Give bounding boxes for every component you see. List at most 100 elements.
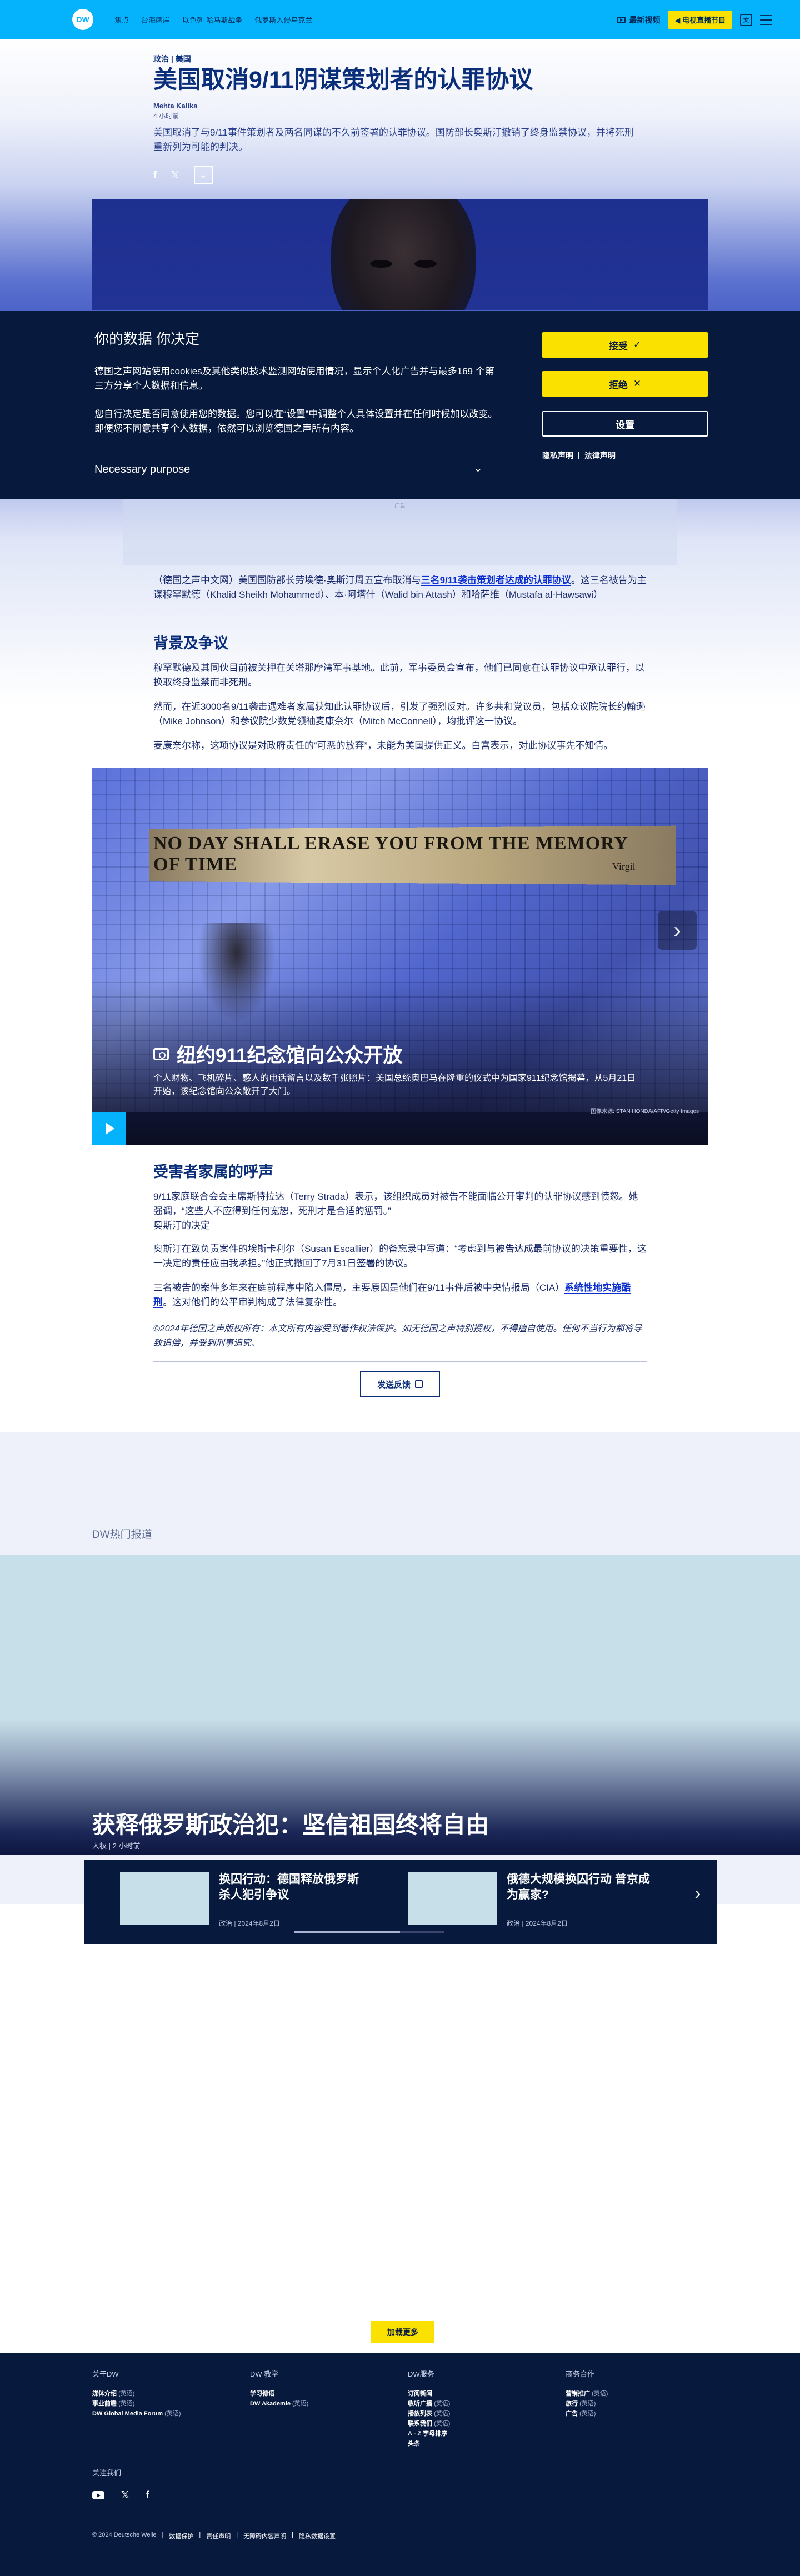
footer-link[interactable]: DW Akademie (英语) <box>250 2399 383 2409</box>
share-bar: f 𝕏 ⌄ <box>153 166 213 184</box>
settings-button[interactable]: 设置 <box>542 411 708 437</box>
article-title: 美国取消9/11阴谋策划者的认罪协议 <box>153 67 533 93</box>
gallery-play-icon[interactable] <box>92 1112 126 1145</box>
consent-links: 隐私声明 | 法律声明 <box>542 450 616 461</box>
carousel-progress <box>294 1931 444 1933</box>
dw-logo[interactable]: DW <box>72 9 93 30</box>
accept-label: 接受 <box>608 340 628 352</box>
nav-item-israel-hamas[interactable]: 以色列-哈马斯战争 <box>182 14 242 25</box>
section-heading-victims: 受害者家属的呼声 <box>153 1164 273 1180</box>
camera-icon <box>153 1048 169 1060</box>
site-header: DW 焦点 台海两岸 以色列-哈马斯战争 俄罗斯入侵乌克兰 最新视频 ◀ 电视直… <box>0 0 800 39</box>
carousel-next-arrow-icon[interactable]: › <box>694 1883 701 1905</box>
article-paragraph-6: 奥斯汀在致负责案件的埃斯卡利尔（Susan Escallier）的备忘录中写道：… <box>153 1244 647 1269</box>
article-time: 4 小时前 <box>153 112 179 120</box>
live-tv-button[interactable]: ◀ 电视直播节目 <box>668 11 732 29</box>
footer-link[interactable]: 旅行 (英语) <box>566 2399 699 2409</box>
close-icon: ✕ <box>633 378 642 389</box>
article-author[interactable]: Mehta Kalika <box>153 102 197 110</box>
legal-link[interactable]: 法律声明 <box>584 450 616 461</box>
related-story-thumbnail <box>408 1872 497 1925</box>
related-story-title: 换囚行动：德国释放俄罗斯杀人犯引争议 <box>219 1873 359 1901</box>
article-paragraph-2: 穆罕默德及其同伙目前被关押在关塔那摩湾军事基地。此前，军事委员会宣布，他们已同意… <box>153 663 644 688</box>
hamburger-menu-icon[interactable] <box>760 14 772 25</box>
external-link-icon <box>415 1380 423 1388</box>
check-icon: ✓ <box>633 339 642 350</box>
nav-item-focus[interactable]: 焦点 <box>114 14 129 25</box>
share-more-chevron-icon[interactable]: ⌄ <box>193 166 213 184</box>
footer-link[interactable]: DW Global Media Forum (英语) <box>92 2409 226 2419</box>
footer-column-business: 商务合作 营销推广 (英语) 旅行 (英语) 广告 (英语) <box>566 2368 699 2419</box>
hot-story-title[interactable]: 获释俄罗斯政治犯：坚信祖国终将自由 <box>92 1806 489 1840</box>
privacy-link[interactable]: 隐私声明 <box>542 450 573 461</box>
article-paragraph-1: （德国之声中文网）美国国防部长劳埃德·奥斯汀周五宣布取消与三名9/11袭击策划者… <box>153 575 647 600</box>
nav-item-cross-strait[interactable]: 台海两岸 <box>141 14 170 25</box>
footer-link[interactable]: 营销推广 (英语) <box>566 2389 699 2399</box>
facebook-icon[interactable]: f <box>146 2489 149 2501</box>
reject-button[interactable]: 拒绝 ✕ <box>542 371 708 397</box>
nav-item-ukraine[interactable]: 俄罗斯入侵乌克兰 <box>254 14 312 25</box>
article-paragraph-7: 三名被告的案件多年来在庭前程序中陷入僵局，主要原因是他们在9/11事件后被中央情… <box>153 1282 631 1308</box>
article-teaser: 美国取消了与9/11事件策划者及两名同谋的不久前签署的认罪协议。国防部长奥斯汀撤… <box>153 127 634 152</box>
footer-link[interactable]: 收听广播 (英语) <box>408 2399 541 2409</box>
copyright: © 2024 Deutsche Welle <box>92 2532 157 2538</box>
related-story-title: 俄德大规模换囚行动 普京成为赢家? <box>507 1873 650 1901</box>
related-story-meta: 政治 | 2024年8月2日 <box>507 1920 568 1927</box>
related-story-card[interactable]: 换囚行动：德国释放俄罗斯杀人犯引争议 政治 | 2024年8月2日 <box>120 1872 370 1927</box>
related-story-thumbnail <box>120 1872 209 1925</box>
related-stories-strip: 换囚行动：德国释放俄罗斯杀人犯引争议 政治 | 2024年8月2日 俄德大规模换… <box>84 1860 717 1944</box>
legal-link[interactable]: 数据保护 <box>169 2532 193 2540</box>
youtube-icon[interactable] <box>92 2491 104 2499</box>
footer-link[interactable]: 头条 <box>408 2439 541 2449</box>
footer-link[interactable]: 联系我们 (英语) <box>408 2419 541 2429</box>
footer-column-about: 关于DW 媒体介绍 (英语) 事业前瞻 (英语) DW Global Media… <box>92 2368 226 2419</box>
video-icon <box>617 16 626 23</box>
hot-stories-label: DW热门报道 <box>92 1529 152 1541</box>
footer-link[interactable]: 播放列表 (英语) <box>408 2409 541 2419</box>
related-story-card[interactable]: 俄德大规模换囚行动 普京成为赢家? 政治 | 2024年8月2日 <box>408 1872 658 1927</box>
latest-video-label: 最新视频 <box>629 15 661 24</box>
accept-button[interactable]: 接受 ✓ <box>542 332 708 358</box>
photo-gallery[interactable]: NO DAY SHALL ERASE YOU FROM THE MEMORY O… <box>92 768 708 1145</box>
main-nav: 焦点 台海两岸 以色列-哈马斯战争 俄罗斯入侵乌克兰 <box>114 14 312 25</box>
load-more-button[interactable]: 加载更多 <box>371 2321 434 2343</box>
header-actions: 最新视频 ◀ 电视直播节目 文 <box>617 11 772 29</box>
x-icon[interactable]: 𝕏 <box>121 2489 129 2501</box>
article-paragraph-4: 麦康奈尔称，这项协议是对政府责任的“可恶的放弃”，未能为美国提供正义。白宫表示，… <box>153 740 613 751</box>
latest-video-link[interactable]: 最新视频 <box>617 14 660 26</box>
reject-label: 拒绝 <box>608 379 628 390</box>
necessary-purpose-toggle[interactable]: Necessary purpose <box>94 463 190 476</box>
hero-image <box>92 199 708 310</box>
gallery-next-arrow-icon[interactable]: › <box>658 911 697 950</box>
gallery-description: 个人财物、飞机碎片、感人的电话留言以及数千张照片：美国总统奥巴马在隆重的仪式中为… <box>153 1074 636 1096</box>
footer-column-services: DW服务 订阅新闻 收听广播 (英语) 播放列表 (英语) 联系我们 (英语) … <box>408 2368 541 2449</box>
memorial-inscription-author: Virgil <box>612 861 636 872</box>
footer-column-learning: DW 教学 学习德语 DW Akademie (英语) <box>250 2368 383 2409</box>
hot-story-meta: 人权 | 2 小时前 <box>92 1842 141 1850</box>
footer-link[interactable]: 事业前瞻 (英语) <box>92 2399 226 2409</box>
consent-title: 你的数据 你决定 <box>94 330 200 347</box>
article-paragraph-3: 然而，在近3000名9/11袭击遇难者家属获知此认罪协议后，引发了强烈反对。许多… <box>153 701 646 726</box>
image-credit: 图像来源: STAN HONDA/AFP/Getty Images <box>591 1109 699 1115</box>
chevron-down-icon[interactable]: ⌄ <box>473 461 483 475</box>
article-inline-link[interactable]: 三名9/11袭击策划者达成的认罪协议 <box>421 575 571 586</box>
x-icon[interactable]: 𝕏 <box>171 169 179 181</box>
legal-link[interactable]: 隐私数据设置 <box>299 2532 336 2540</box>
footer-link[interactable]: 广告 (英语) <box>566 2409 699 2419</box>
legal-link[interactable]: 无障碍内容声明 <box>243 2532 286 2540</box>
article-paragraph-5: 9/11家庭联合会会主席斯特拉达（Terry Strada）表示，该组织成员对被… <box>153 1191 638 1231</box>
memorial-inscription: NO DAY SHALL ERASE YOU FROM THE MEMORY O… <box>153 833 628 875</box>
legal-links: © 2024 Deutsche Welle | 数据保护 | 责任声明 | 无障碍内容… <box>92 2532 336 2540</box>
language-icon[interactable]: 文 <box>740 13 752 26</box>
footer-link[interactable]: A - Z 字母排序 <box>408 2429 541 2439</box>
article-kicker[interactable]: 政治 | 美国 <box>153 53 191 64</box>
footer-link[interactable]: 媒体介绍 (英语) <box>92 2389 226 2399</box>
footer-link[interactable]: 学习德语 <box>250 2389 383 2399</box>
legal-link[interactable]: 责任声明 <box>206 2532 231 2540</box>
footer-link[interactable]: 订阅新闻 <box>408 2389 541 2399</box>
related-story-meta: 政治 | 2024年8月2日 <box>219 1920 280 1927</box>
feedback-button[interactable]: 发送反馈 <box>360 1371 440 1397</box>
consent-text-1: 德国之声网站使用cookies及其他类似技术监测网站使用情况，显示个人化广告并与… <box>94 366 494 391</box>
facebook-icon[interactable]: f <box>153 169 157 181</box>
portrait-figure <box>331 199 476 310</box>
